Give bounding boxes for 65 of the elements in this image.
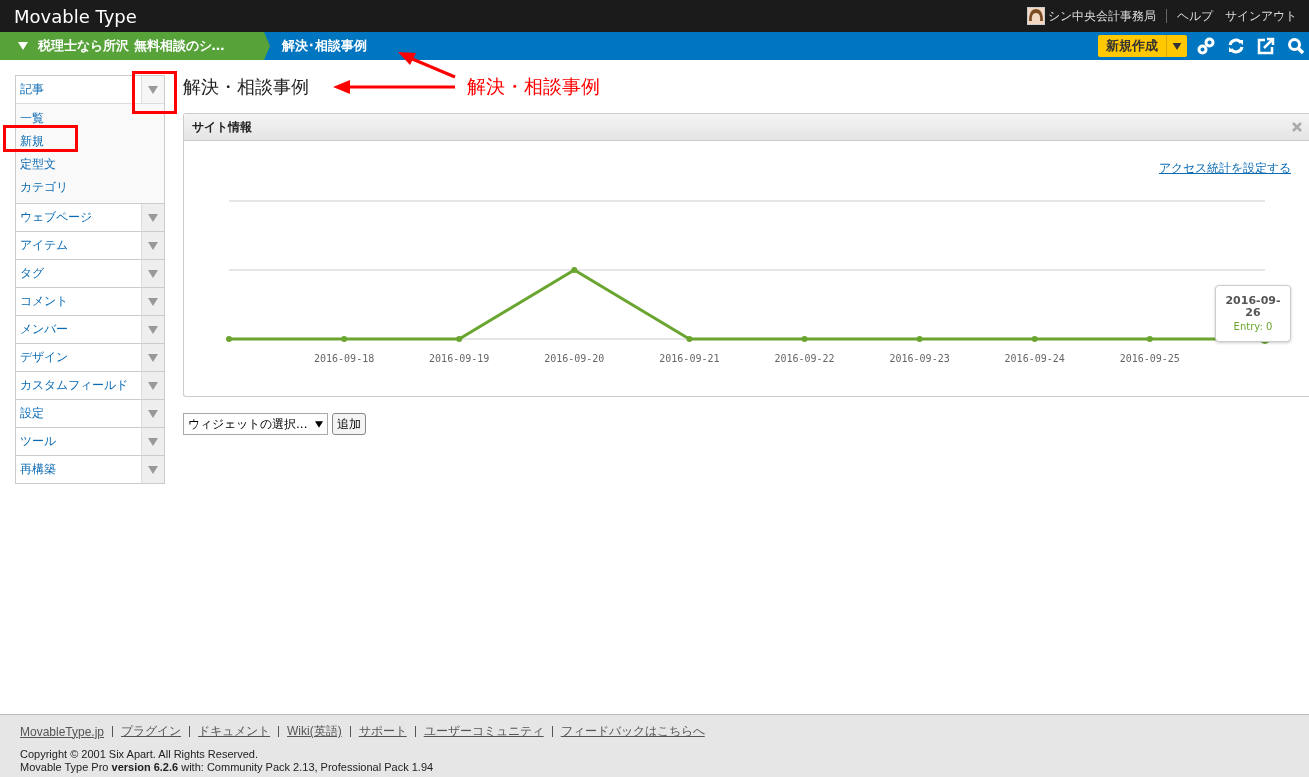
footer-link[interactable]: ユーザーコミュニティ xyxy=(423,723,544,740)
access-stats-link[interactable]: アクセス統計を設定する xyxy=(1159,160,1291,177)
page-title: 解決・相談事例 xyxy=(183,75,309,99)
axis-label: 2016-09-18 xyxy=(314,353,375,364)
tooltip-value: Entry: 0 xyxy=(1233,321,1273,333)
axis-label: 2016-09-22 xyxy=(774,353,835,364)
menu-item[interactable]: ツール xyxy=(15,428,165,456)
menu-item[interactable]: 再構築 xyxy=(15,456,165,484)
user-name[interactable]: シン中央会計事務局 xyxy=(1048,7,1156,25)
submenu-item[interactable]: 一覧 xyxy=(16,107,164,130)
data-point xyxy=(916,336,923,342)
add-button[interactable]: 追加 xyxy=(332,413,367,435)
header-link[interactable]: サインアウト xyxy=(1225,7,1297,25)
axis-label: 2016-09-19 xyxy=(429,353,490,364)
avatar-icon xyxy=(1027,7,1045,25)
refresh-icon[interactable] xyxy=(1227,37,1245,55)
data-point xyxy=(456,336,463,342)
menu-item[interactable]: タグ xyxy=(15,260,165,288)
menu-item[interactable]: 記事 xyxy=(15,75,165,104)
axis-label: 2016-09-25 xyxy=(1119,353,1180,364)
close-icon[interactable] xyxy=(1291,121,1303,133)
menu-item[interactable]: コメント xyxy=(15,288,165,316)
widget-title: サイト情報 xyxy=(192,118,252,136)
axis-label: 2016-09-24 xyxy=(1004,353,1065,364)
footer-link[interactable]: MovableType.jp xyxy=(20,724,105,739)
footer-link[interactable]: フィードバックはこちらへ xyxy=(560,723,705,740)
app-logo[interactable]: Movable Type xyxy=(14,5,137,27)
menu-item[interactable]: カスタムフィールド xyxy=(15,372,165,400)
menu-item[interactable]: デザイン xyxy=(15,344,165,372)
link-icon[interactable] xyxy=(1197,37,1215,55)
data-point xyxy=(341,336,348,342)
annotation-text: 解決・相談事例 xyxy=(467,74,600,99)
footer-link[interactable]: サポート xyxy=(358,723,407,740)
axis-label: 2016-09-23 xyxy=(889,353,950,364)
copyright-text: Copyright © 2001 Six Apart. All Rights Reserved. xyxy=(20,748,259,761)
menu-item[interactable]: ウェブページ xyxy=(15,204,165,232)
submenu-item[interactable]: 新規 xyxy=(16,130,164,153)
data-point xyxy=(686,336,693,342)
widget-select[interactable]: ウィジェットの選択... xyxy=(183,413,329,435)
axis-label: 2016-09-21 xyxy=(659,353,720,364)
data-point xyxy=(571,267,578,273)
menu-item[interactable]: 設定 xyxy=(15,400,165,428)
submenu-item[interactable]: カテゴリ xyxy=(16,176,164,199)
footer-link[interactable]: Wiki(英語) xyxy=(287,723,342,740)
search-icon[interactable] xyxy=(1287,37,1305,55)
new-button[interactable]: 新規作成 xyxy=(1098,35,1187,57)
caret-icon[interactable] xyxy=(1172,42,1182,50)
axis-label: 2016-09-20 xyxy=(544,353,605,364)
footer-link[interactable]: ドキュメント xyxy=(198,723,271,740)
submenu-item[interactable]: 定型文 xyxy=(16,153,164,176)
footer-link[interactable]: プラグイン xyxy=(121,723,182,740)
external-link-icon[interactable] xyxy=(1257,37,1275,55)
highlight-frame xyxy=(132,71,177,114)
data-point xyxy=(1146,336,1153,342)
data-point xyxy=(226,336,232,342)
header-link[interactable]: ヘルプ xyxy=(1177,7,1213,25)
caret-icon xyxy=(315,420,324,428)
version-text: Movable Type Pro version 6.2.6 with: Community Pack 2.13, Professional Pack 1.94 xyxy=(20,761,435,774)
data-point xyxy=(801,336,808,342)
menu-item[interactable]: メンバー xyxy=(15,316,165,344)
data-point xyxy=(1031,336,1038,342)
tooltip-date: 2016-09-26 xyxy=(1224,294,1282,320)
menu-item[interactable]: アイテム xyxy=(15,232,165,260)
current-breadcrumb[interactable]: 解決･相談事例 xyxy=(282,37,367,55)
site-breadcrumb[interactable]: 税理士なら所沢 無料相談のシ… xyxy=(0,32,270,60)
